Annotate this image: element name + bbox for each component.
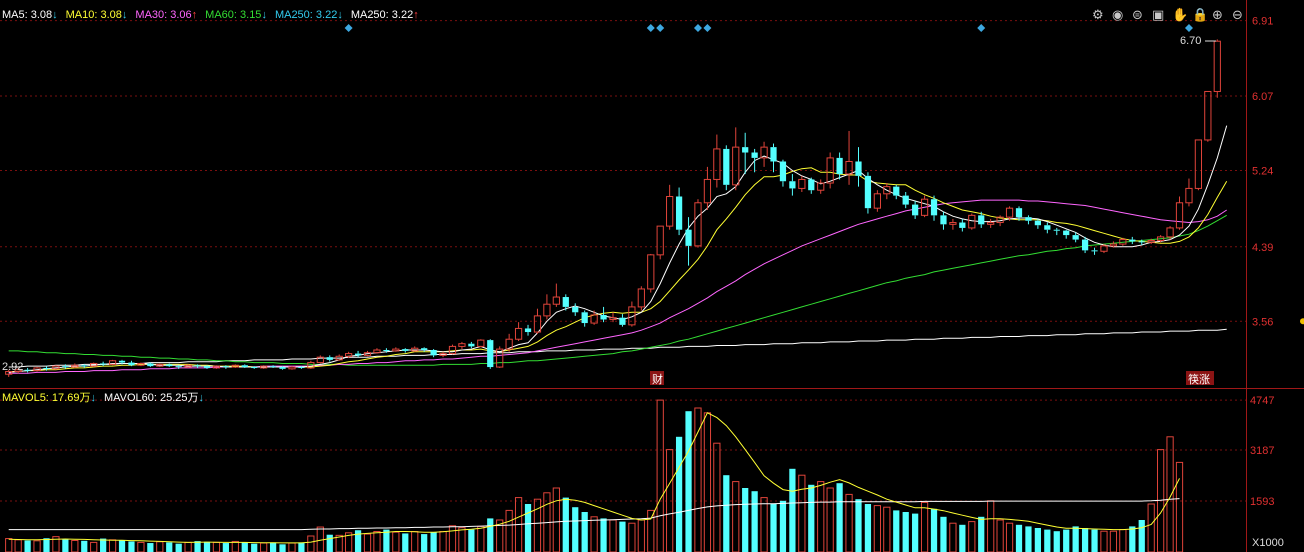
stack-icon[interactable]: ⊜ — [1132, 8, 1143, 23]
volume-bar — [685, 411, 692, 552]
volume-bar — [383, 529, 390, 552]
volume-bar — [1091, 529, 1098, 552]
badge-cai[interactable]: 财 — [652, 372, 663, 386]
volume-bar — [1015, 524, 1023, 552]
volume-bar — [1044, 529, 1051, 552]
volume-bar — [468, 529, 475, 552]
volume-bar — [808, 484, 815, 552]
archive-icon[interactable]: ▣ — [1152, 8, 1164, 23]
volume-bar — [326, 534, 333, 552]
volume-bar — [524, 504, 532, 552]
price-tick-label: 5.24 — [1252, 165, 1273, 177]
volume-bar — [222, 543, 229, 552]
volume-bar — [1072, 526, 1079, 552]
volume-bar — [147, 543, 154, 552]
volume-bar — [770, 504, 777, 552]
volume-bar — [24, 540, 31, 552]
volume-bar — [1138, 520, 1145, 552]
volume-bar — [1034, 528, 1041, 552]
volume-bar — [742, 488, 749, 552]
zoom-in-icon[interactable]: ⊕ — [1212, 8, 1223, 23]
volume-tick-label: 1593 — [1250, 496, 1274, 508]
price-tick-label: 3.56 — [1252, 316, 1273, 328]
volume-bar — [600, 518, 607, 552]
volume-tick-label: 3187 — [1250, 445, 1274, 457]
volume-bar — [836, 483, 843, 552]
volume-tick-label: 4747 — [1250, 395, 1274, 407]
volume-bar — [279, 544, 286, 552]
volume-ma-legend: MAVOL5: 17.69万↓ MAVOL60: 25.25万↓ — [2, 392, 204, 404]
volume-bar — [723, 475, 730, 552]
volume-bar — [430, 532, 437, 552]
volume-bar — [269, 542, 277, 552]
volume-bar — [675, 436, 683, 552]
volume-bar — [487, 518, 494, 552]
candle — [864, 172, 872, 214]
volume-bar — [855, 499, 862, 552]
price-tick-label: 6.07 — [1252, 91, 1273, 103]
volume-bar — [203, 541, 211, 552]
volume-bar — [930, 508, 938, 552]
volume-bar — [959, 524, 966, 552]
volume-bar — [581, 512, 588, 552]
low-price-label: 2.92 — [2, 361, 23, 373]
volume-bar — [779, 500, 787, 552]
volume-bar — [62, 539, 69, 552]
volume-bar — [118, 540, 126, 552]
volume-bar — [194, 541, 201, 552]
volume-bar — [978, 516, 985, 552]
candle — [487, 339, 494, 369]
volume-bar — [1063, 529, 1070, 552]
volume-bar — [81, 540, 88, 552]
volume-bar — [251, 543, 258, 552]
zoom-out-icon[interactable]: ⊖ — [1232, 8, 1243, 23]
volume-bar — [562, 497, 569, 552]
price-tick-label: 6.91 — [1252, 16, 1273, 28]
lock-icon[interactable]: 🔒 — [1192, 8, 1208, 23]
volume-bar — [789, 468, 796, 552]
volume-bar — [421, 534, 428, 552]
stock-chart[interactable]: 3.56 4.39 5.24 6.07 6.91 1593 3187 4747 X1000 M… — [0, 0, 1304, 552]
price-tick-label: 4.39 — [1252, 242, 1273, 254]
volume-bar — [912, 513, 919, 552]
hand-icon[interactable]: ✋ — [1172, 7, 1188, 23]
volume-bar — [128, 541, 135, 552]
volume-bar — [940, 516, 947, 552]
volume-bar — [893, 510, 900, 552]
high-price-label: 6.70 — [1180, 35, 1201, 47]
volume-bar — [402, 533, 409, 552]
volume-bar — [241, 542, 248, 552]
volume-bar — [751, 491, 758, 552]
volume-bar — [572, 507, 579, 552]
volume-bar — [1025, 526, 1032, 552]
volume-bar — [1053, 531, 1060, 552]
volume-bar — [902, 512, 909, 552]
settings-icon[interactable]: ⚙ — [1092, 8, 1104, 23]
chart-background — [0, 0, 1304, 552]
volume-bar — [298, 542, 305, 552]
volume-bar — [166, 542, 173, 552]
volume-bar — [1081, 528, 1089, 552]
volume-bar — [864, 504, 872, 552]
volume-bar — [43, 538, 50, 552]
volume-bar — [619, 521, 626, 552]
volume-bar — [1129, 526, 1136, 552]
volume-bar — [100, 538, 107, 552]
eye-icon[interactable]: ◉ — [1112, 8, 1123, 23]
volume-bar — [175, 543, 182, 552]
volume-unit-label: X1000 — [1252, 537, 1284, 549]
candle — [723, 145, 730, 191]
badge-zt[interactable]: 筷涨 — [1188, 372, 1210, 386]
